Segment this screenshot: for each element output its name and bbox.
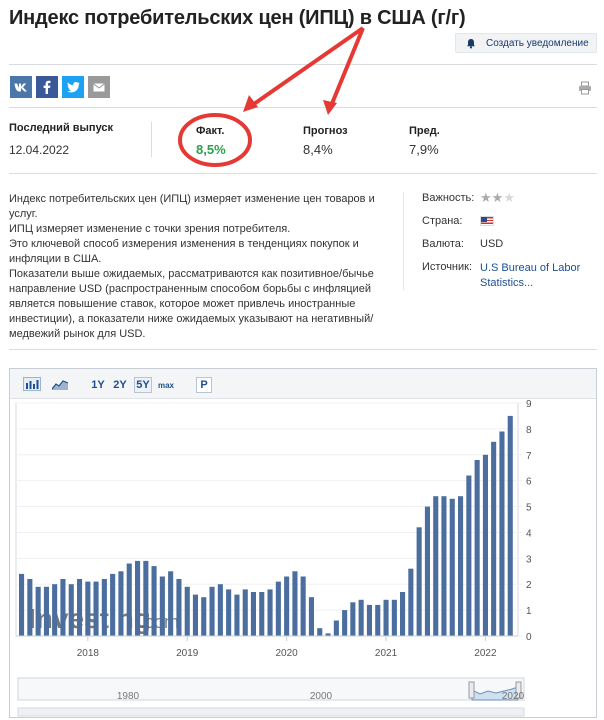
indicator-description: Индекс потребительских цен (ИПЦ) измеряе… bbox=[9, 192, 381, 342]
facebook-share-button[interactable] bbox=[36, 76, 58, 98]
description-paragraph: ИПЦ измеряет изменение с точки зрения по… bbox=[9, 223, 291, 235]
create-alert-button[interactable]: Создать уведомление bbox=[455, 33, 597, 53]
vk-share-button[interactable] bbox=[10, 76, 32, 98]
annotation-arrowhead bbox=[243, 95, 258, 112]
actual-label: Факт. bbox=[196, 125, 225, 137]
chart-toolbar: 1Y 2Y 5Y max P bbox=[10, 369, 596, 399]
share-bar bbox=[10, 76, 110, 98]
description-paragraph: Это ключевой способ измерения изменения … bbox=[9, 238, 359, 265]
chart-container bbox=[9, 368, 597, 718]
latest-release: Последний выпуск 12.04.2022 bbox=[9, 122, 113, 157]
area-chart-icon[interactable] bbox=[50, 375, 70, 393]
forecast-stat: Прогноз 8,4% bbox=[303, 125, 348, 157]
vk-icon bbox=[14, 83, 27, 91]
previous-value: 7,9% bbox=[409, 142, 439, 157]
divider bbox=[9, 349, 597, 350]
bell-icon bbox=[465, 38, 476, 49]
source-label: Источник: bbox=[422, 261, 473, 273]
country-label: Страна: bbox=[422, 215, 463, 227]
latest-release-date: 12.04.2022 bbox=[9, 143, 70, 157]
actual-value: 8,5% bbox=[196, 142, 226, 157]
divider bbox=[9, 64, 597, 65]
forecast-value: 8,4% bbox=[303, 142, 333, 157]
indicator-meta: Важность: ★★★ Страна: Валюта: USD Источн… bbox=[422, 190, 600, 289]
previous-stat: Пред. 7,9% bbox=[409, 125, 440, 157]
range-5y-button[interactable]: 5Y bbox=[134, 377, 152, 393]
previous-label: Пред. bbox=[409, 125, 440, 137]
twitter-icon bbox=[66, 81, 80, 92]
star-icon: ★ bbox=[480, 190, 492, 205]
print-icon[interactable] bbox=[578, 81, 592, 95]
range-1y-button[interactable]: 1Y bbox=[90, 377, 106, 393]
description-paragraph: Индекс потребительских цен (ИПЦ) измеряе… bbox=[9, 193, 375, 220]
range-max-button[interactable]: max bbox=[157, 377, 175, 393]
source-link[interactable]: U.S Bureau of Labor Statistics... bbox=[480, 261, 600, 291]
currency-value: USD bbox=[480, 238, 504, 250]
divider bbox=[151, 122, 152, 157]
p-button[interactable]: P bbox=[196, 377, 212, 393]
importance-stars: ★★★ bbox=[480, 190, 515, 205]
annotation-arrow-line bbox=[249, 26, 365, 108]
divider bbox=[9, 107, 597, 108]
importance-label: Важность: bbox=[422, 192, 475, 204]
description-paragraph: Показатели выше ожидаемых, рассматривают… bbox=[9, 268, 374, 340]
divider bbox=[9, 173, 597, 174]
page-title: Индекс потребительских цен (ИПЦ) в США (… bbox=[9, 7, 466, 29]
range-2y-button[interactable]: 2Y bbox=[112, 377, 128, 393]
currency-label: Валюта: bbox=[422, 238, 464, 250]
annotation-arrow-line bbox=[329, 27, 365, 107]
actual-stat: Факт. 8,5% bbox=[196, 125, 226, 157]
bar-chart-icon[interactable] bbox=[22, 375, 42, 393]
email-icon bbox=[93, 82, 105, 91]
email-share-button[interactable] bbox=[88, 76, 110, 98]
star-empty-icon: ★ bbox=[503, 190, 515, 205]
facebook-icon bbox=[43, 80, 51, 94]
twitter-share-button[interactable] bbox=[62, 76, 84, 98]
forecast-label: Прогноз bbox=[303, 125, 348, 137]
latest-release-label: Последний выпуск bbox=[9, 122, 114, 134]
create-alert-label: Создать уведомление bbox=[486, 37, 589, 49]
divider bbox=[403, 192, 404, 290]
star-icon: ★ bbox=[491, 190, 504, 205]
us-flag-icon bbox=[480, 216, 494, 226]
